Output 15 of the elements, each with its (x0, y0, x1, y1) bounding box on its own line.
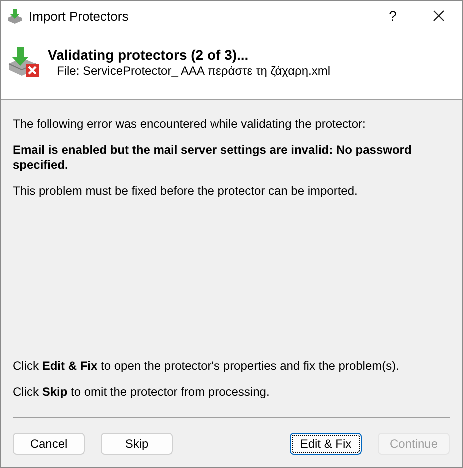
dialog-button[interactable]: Cancel (13, 433, 85, 455)
close-icon (433, 10, 445, 22)
instruction-text: Click Edit & Fix to open the protector's properties and fix the problem(s). (13, 359, 400, 374)
instruction-text: Click Skip to omit the protector from processing. (13, 385, 271, 400)
dialog-button[interactable]: Skip (101, 433, 173, 455)
dialog-button[interactable]: Edit & Fix (290, 433, 362, 455)
window-title: Import Protectors (29, 8, 130, 24)
file-name: File: ServiceProtector_ AAA περάστε τη ζάχαρη.xml (57, 64, 331, 78)
error-message: Email is enabled but the mail server settings are invalid: No password specified. (13, 143, 413, 173)
import-error-icon (8, 46, 40, 78)
intro-text: The following error was encountered while validating the protector: (13, 117, 367, 132)
header-title: Validating protectors (2 of 3)... (48, 47, 250, 63)
note-text: This problem must be fixed before the protector can be imported. (13, 184, 359, 199)
import-icon (7, 8, 23, 24)
help-button[interactable]: ? (370, 1, 416, 31)
